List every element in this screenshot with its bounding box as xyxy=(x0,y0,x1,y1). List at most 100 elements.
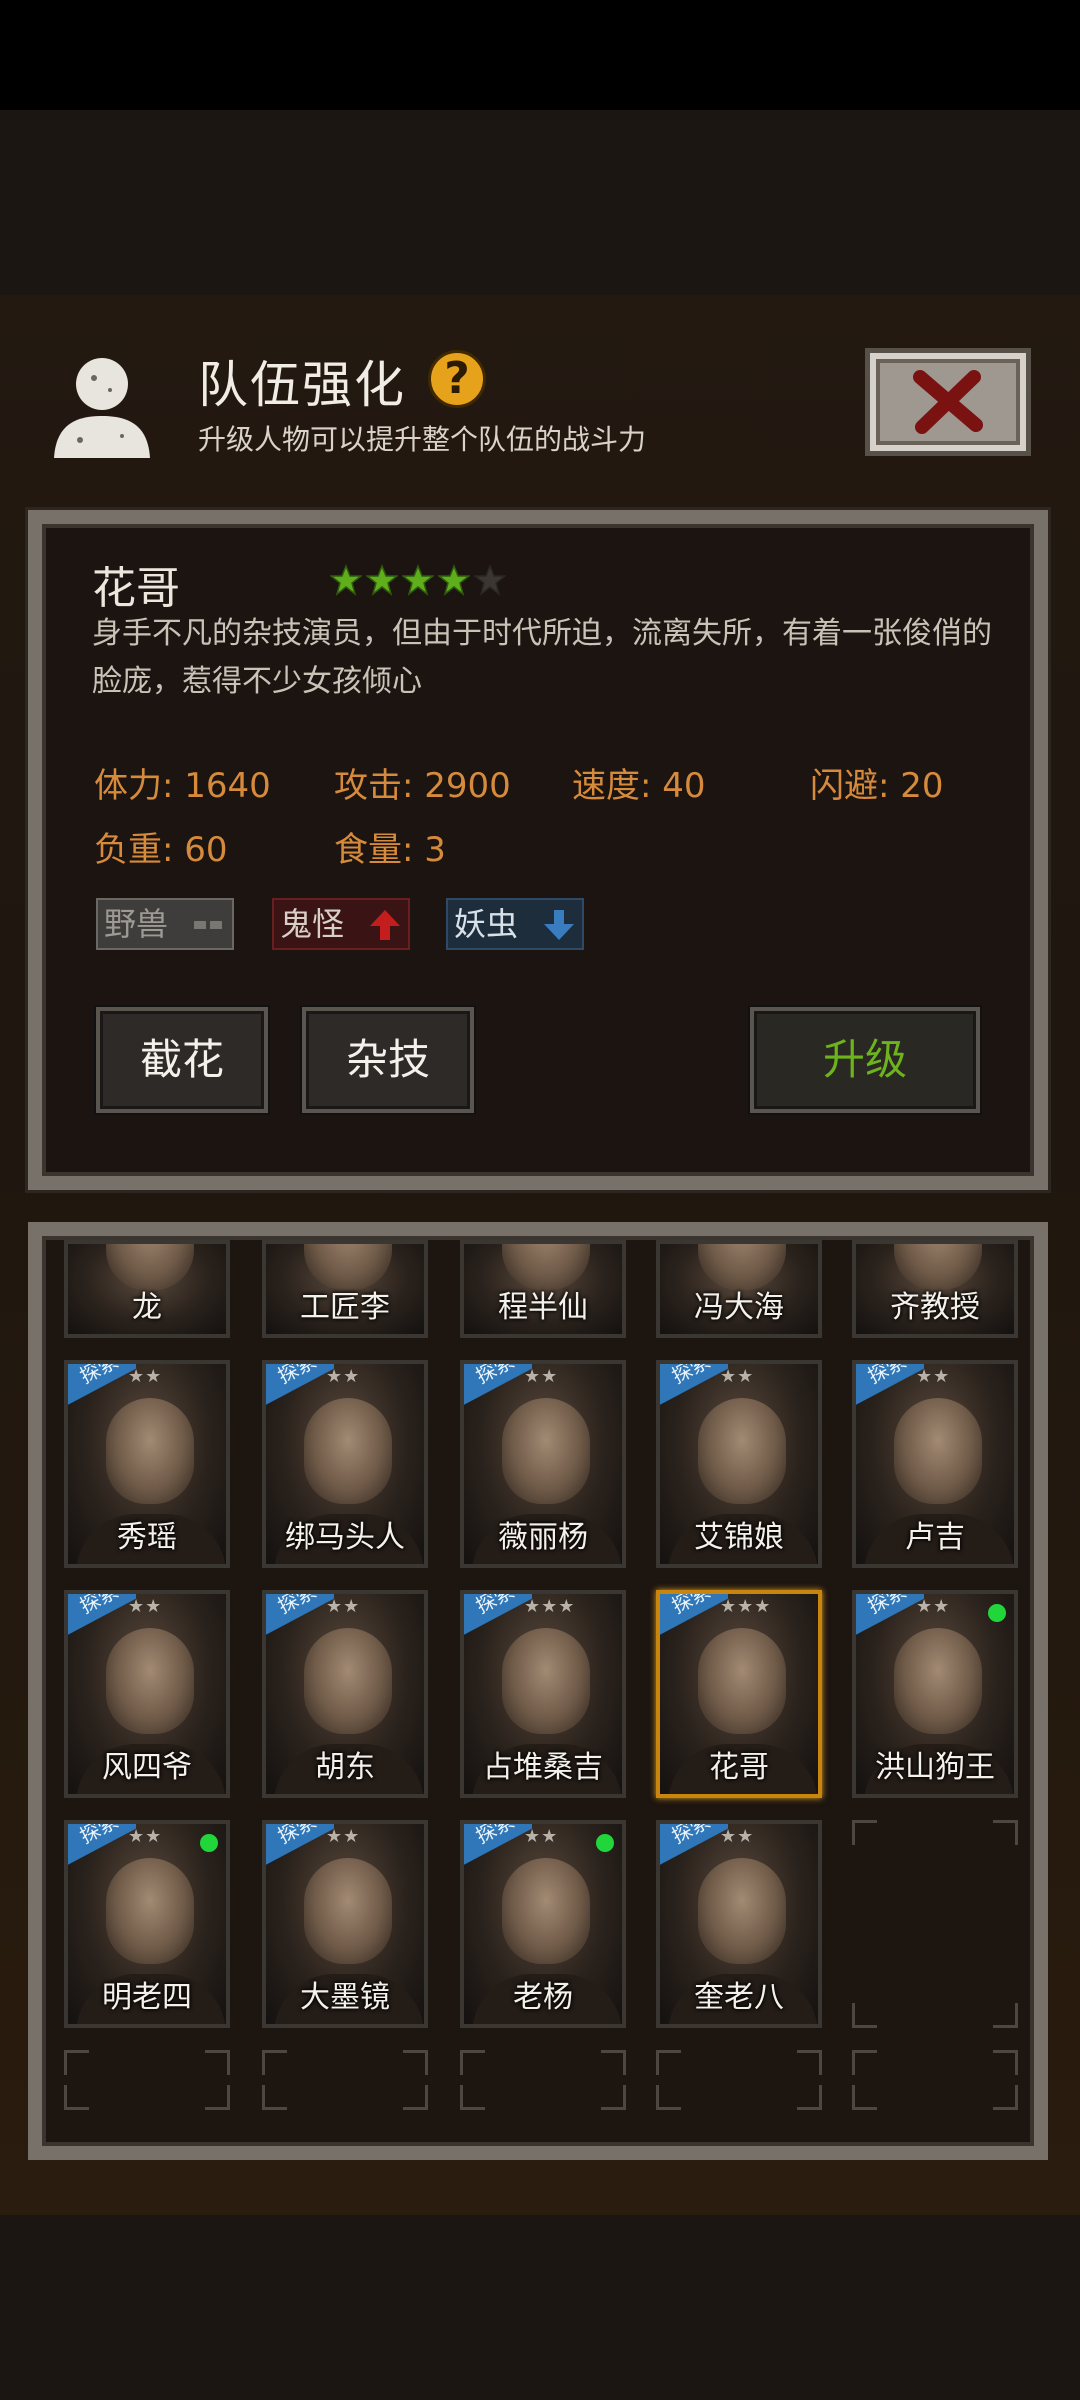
card-star-rating: ★★ xyxy=(128,1826,163,1847)
slot-corner xyxy=(64,2050,89,2075)
explore-badge-label: 探索 xyxy=(75,1820,123,1849)
roster-card-name: 奎老八 xyxy=(694,1980,784,2015)
roster-card-name: 秀瑶 xyxy=(117,1520,177,1555)
empty-slot xyxy=(852,1820,1018,2028)
portrait xyxy=(304,1628,392,1734)
slot-corner xyxy=(205,2050,230,2075)
roster-card[interactable]: 探索 ★★ 风四爷 xyxy=(64,1590,230,1798)
explore-badge-label: 探索 xyxy=(667,1590,715,1619)
person-silhouette-icon xyxy=(54,358,150,458)
slot-corner xyxy=(262,2085,287,2110)
roster-card[interactable]: 探索 ★★★ 占堆桑吉 xyxy=(460,1590,626,1798)
tag-insect-label: 妖虫 xyxy=(454,905,519,943)
explore-badge: 探索 xyxy=(266,1824,334,1868)
slot-corner xyxy=(852,2085,877,2110)
portrait xyxy=(894,1628,982,1734)
neutral-icon xyxy=(194,921,222,929)
star-filled-icon xyxy=(402,564,434,596)
explore-badge-label: 探索 xyxy=(471,1360,519,1389)
stat-food: 食量: 3 xyxy=(334,830,446,870)
explore-badge: 探索 xyxy=(266,1364,334,1408)
explore-badge-label: 探索 xyxy=(667,1820,715,1849)
roster-card[interactable]: 探索 ★★ 绑马头人 xyxy=(262,1360,428,1568)
card-star-rating: ★★ xyxy=(326,1596,361,1617)
star-filled-icon xyxy=(330,564,362,596)
slot-corner xyxy=(205,2085,230,2110)
slot-corner xyxy=(852,1820,877,1845)
portrait xyxy=(502,1858,590,1964)
tag-insect: 妖虫 xyxy=(446,898,584,950)
status-dot xyxy=(200,1834,218,1852)
tag-ghost: 鬼怪 xyxy=(272,898,410,950)
roster-card[interactable]: 探索 ★★ 洪山狗王 xyxy=(852,1590,1018,1798)
card-star-rating: ★★ xyxy=(524,1826,559,1847)
explore-badge-label: 探索 xyxy=(667,1360,715,1389)
arrow-down-icon xyxy=(544,910,574,940)
card-star-rating: ★★ xyxy=(524,1366,559,1387)
roster-card[interactable]: 程半仙 xyxy=(460,1240,626,1338)
explore-badge: 探索 xyxy=(856,1590,924,1638)
roster-card[interactable]: 探索 ★★ 卢吉 xyxy=(852,1360,1018,1568)
card-star-rating: ★★ xyxy=(128,1596,163,1617)
empty-slot xyxy=(262,2050,428,2110)
roster-card-name: 占堆桑吉 xyxy=(483,1750,603,1785)
roster-card[interactable]: 齐教授 xyxy=(852,1240,1018,1338)
explore-badge: 探索 xyxy=(68,1360,136,1408)
portrait xyxy=(106,1398,194,1504)
roster-card-name: 龙 xyxy=(132,1290,162,1325)
help-icon[interactable]: ? xyxy=(428,350,486,408)
card-star-rating: ★★ xyxy=(720,1826,755,1847)
explore-badge-label: 探索 xyxy=(863,1590,911,1619)
empty-slot xyxy=(656,2050,822,2110)
roster-card-name: 冯大海 xyxy=(694,1290,784,1325)
stat-stamina: 体力: 1640 xyxy=(94,766,271,806)
portrait xyxy=(698,1628,786,1734)
status-bar xyxy=(0,0,1080,110)
explore-badge: 探索 xyxy=(464,1824,532,1868)
explore-badge-label: 探索 xyxy=(75,1360,123,1389)
explore-badge: 探索 xyxy=(68,1820,136,1868)
portrait xyxy=(304,1858,392,1964)
roster-card[interactable]: 探索 ★★ 艾锦娘 xyxy=(656,1360,822,1568)
roster-card-name: 胡东 xyxy=(315,1750,375,1785)
explore-badge: 探索 xyxy=(660,1820,728,1868)
slot-corner xyxy=(852,2050,877,2075)
roster-card-name: 明老四 xyxy=(102,1980,192,2015)
portrait xyxy=(106,1628,194,1734)
roster-card[interactable]: 探索 ★★ 明老四 xyxy=(64,1820,230,2028)
slot-corner xyxy=(993,1820,1018,1845)
close-icon xyxy=(913,370,983,434)
roster-card-name: 齐教授 xyxy=(890,1290,980,1325)
explore-badge-label: 探索 xyxy=(273,1590,321,1619)
slot-corner xyxy=(656,2085,681,2110)
roster-card[interactable]: 探索 ★★ 奎老八 xyxy=(656,1820,822,2028)
slot-corner xyxy=(601,2085,626,2110)
roster-card[interactable]: 探索 ★★ 胡东 xyxy=(262,1590,428,1798)
stat-attack: 攻击: 2900 xyxy=(334,766,511,806)
slot-corner xyxy=(460,2085,485,2110)
roster-card[interactable]: 探索 ★★ 秀瑶 xyxy=(64,1360,230,1568)
upgrade-button[interactable]: 升级 xyxy=(750,1007,980,1113)
roster-card-name: 卢吉 xyxy=(905,1520,965,1555)
slot-corner xyxy=(993,2003,1018,2028)
skill-jiehua-button[interactable]: 截花 xyxy=(96,1007,268,1113)
portrait xyxy=(698,1398,786,1504)
roster-card[interactable]: 探索 ★★★ 花哥 xyxy=(656,1590,822,1798)
portrait xyxy=(502,1398,590,1504)
roster-card[interactable]: 探索 ★★ 老杨 xyxy=(460,1820,626,2028)
skill-acrobatics-button[interactable]: 杂技 xyxy=(302,1007,474,1113)
portrait xyxy=(106,1858,194,1964)
roster-card-name: 艾锦娘 xyxy=(694,1520,784,1555)
roster-card[interactable]: 龙 xyxy=(64,1240,230,1338)
character-name: 花哥 xyxy=(92,563,180,614)
explore-badge-label: 探索 xyxy=(75,1590,123,1619)
explore-badge: 探索 xyxy=(464,1360,532,1408)
roster-card[interactable]: 探索 ★★ 薇丽杨 xyxy=(460,1360,626,1568)
roster-card[interactable]: 探索 ★★ 大墨镜 xyxy=(262,1820,428,2028)
page-title: 队伍强化 xyxy=(198,356,406,414)
close-button[interactable] xyxy=(865,348,1031,456)
roster-card[interactable]: 冯大海 xyxy=(656,1240,822,1338)
explore-badge-label: 探索 xyxy=(863,1360,911,1389)
roster-card[interactable]: 工匠李 xyxy=(262,1240,428,1338)
card-star-rating: ★★ xyxy=(916,1366,951,1387)
